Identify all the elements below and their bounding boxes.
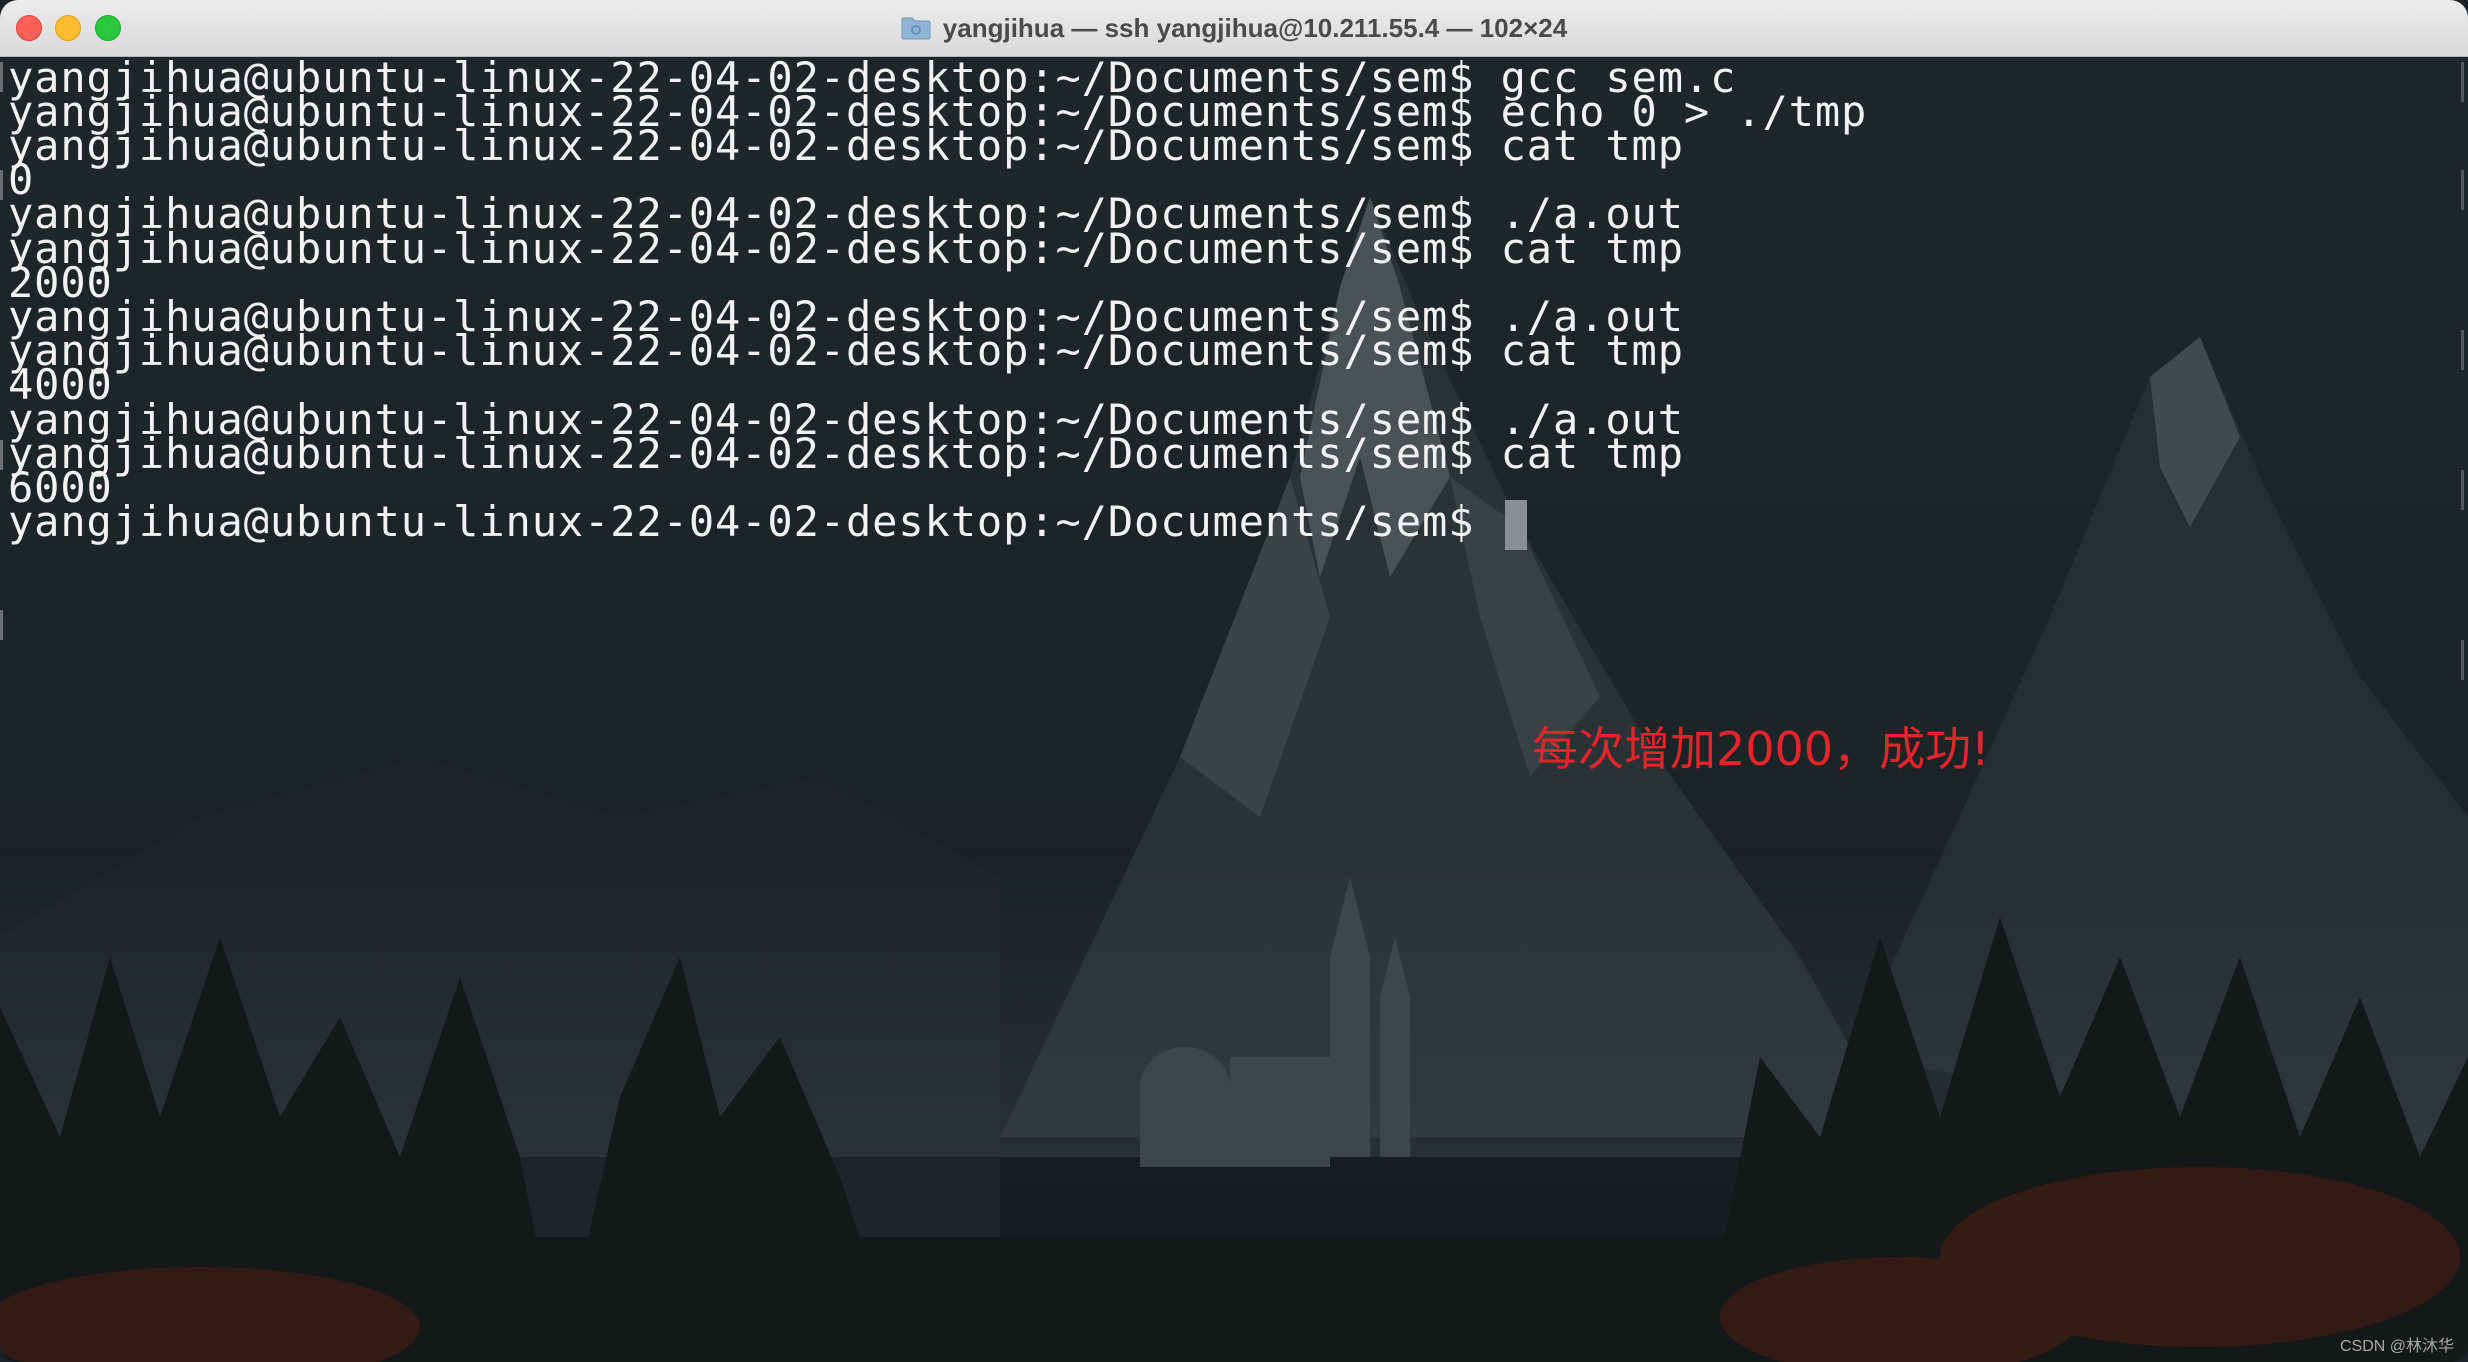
scroll-marker	[2461, 640, 2464, 680]
folder-icon	[901, 16, 931, 40]
scroll-marker	[2461, 62, 2464, 102]
terminal-prompt-line[interactable]: yangjihua@ubuntu-linux-22-04-02-desktop:…	[8, 495, 1527, 550]
window-title: yangjihua — ssh yangjihua@10.211.55.4 — …	[942, 12, 1568, 43]
scroll-marker	[2461, 470, 2464, 510]
terminal-window: yangjihua — ssh yangjihua@10.211.55.4 — …	[0, 0, 2468, 1362]
terminal-line: yangjihua@ubuntu-linux-22-04-02-desktop:…	[8, 429, 1684, 478]
red-annotation: 每次增加2000，成功!	[1532, 722, 1990, 776]
scroll-marker	[2461, 170, 2464, 210]
terminal-line: yangjihua@ubuntu-linux-22-04-02-desktop:…	[8, 121, 1684, 170]
watermark: CSDN @林沐华	[2339, 1338, 2454, 1355]
terminal-prompt: yangjihua@ubuntu-linux-22-04-02-desktop:…	[8, 497, 1501, 546]
window-title-group: yangjihua — ssh yangjihua@10.211.55.4 — …	[0, 0, 2468, 56]
terminal-output[interactable]: yangjihua@ubuntu-linux-22-04-02-desktop:…	[0, 53, 2468, 1362]
scroll-marker	[2461, 330, 2464, 370]
terminal-line: yangjihua@ubuntu-linux-22-04-02-desktop:…	[8, 326, 1684, 375]
text-cursor	[1504, 499, 1527, 550]
terminal-line: yangjihua@ubuntu-linux-22-04-02-desktop:…	[8, 224, 1684, 273]
title-bar[interactable]: yangjihua — ssh yangjihua@10.211.55.4 — …	[0, 0, 2468, 57]
